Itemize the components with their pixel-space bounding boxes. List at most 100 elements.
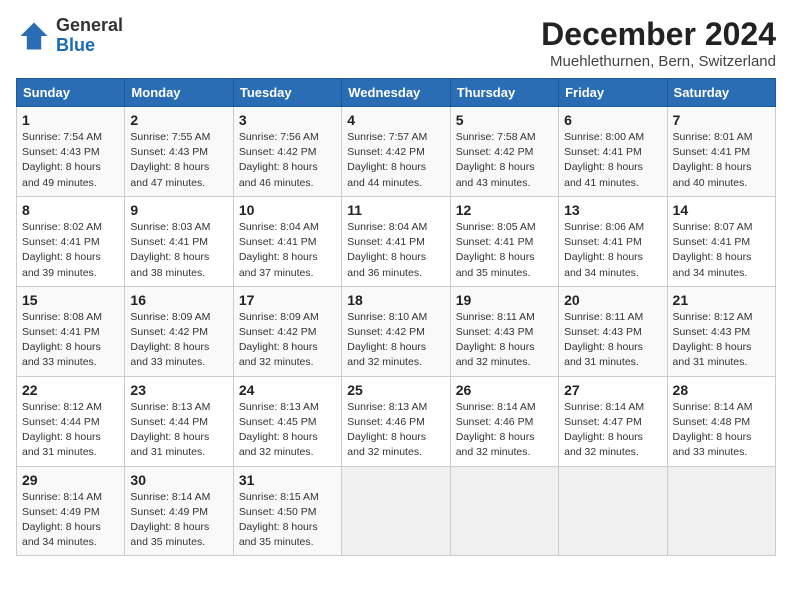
day-info: Sunrise: 8:09 AMSunset: 4:42 PMDaylight:… (130, 310, 227, 371)
calendar-header-friday: Friday (559, 79, 667, 107)
day-info: Sunrise: 8:10 AMSunset: 4:42 PMDaylight:… (347, 310, 444, 371)
day-number: 4 (347, 112, 444, 128)
calendar-header-wednesday: Wednesday (342, 79, 450, 107)
title-area: December 2024 Muehlethurnen, Bern, Switz… (541, 16, 776, 70)
calendar-cell: 12 Sunrise: 8:05 AMSunset: 4:41 PMDayligh… (450, 196, 558, 286)
logo: General Blue (16, 16, 123, 56)
day-info: Sunrise: 8:06 AMSunset: 4:41 PMDaylight:… (564, 220, 661, 281)
calendar-cell: 16 Sunrise: 8:09 AMSunset: 4:42 PMDayligh… (125, 286, 233, 376)
day-number: 23 (130, 382, 227, 398)
day-number: 25 (347, 382, 444, 398)
day-number: 5 (456, 112, 553, 128)
day-number: 27 (564, 382, 661, 398)
day-info: Sunrise: 8:02 AMSunset: 4:41 PMDaylight:… (22, 220, 119, 281)
calendar-cell: 11 Sunrise: 8:04 AMSunset: 4:41 PMDayligh… (342, 196, 450, 286)
day-number: 22 (22, 382, 119, 398)
calendar-cell (450, 466, 558, 556)
calendar-cell: 27 Sunrise: 8:14 AMSunset: 4:47 PMDayligh… (559, 376, 667, 466)
calendar-cell: 4 Sunrise: 7:57 AMSunset: 4:42 PMDaylight… (342, 107, 450, 197)
calendar-cell: 3 Sunrise: 7:56 AMSunset: 4:42 PMDaylight… (233, 107, 341, 197)
calendar-cell: 5 Sunrise: 7:58 AMSunset: 4:42 PMDaylight… (450, 107, 558, 197)
calendar-cell: 13 Sunrise: 8:06 AMSunset: 4:41 PMDayligh… (559, 196, 667, 286)
calendar-cell: 8 Sunrise: 8:02 AMSunset: 4:41 PMDaylight… (17, 196, 125, 286)
day-number: 30 (130, 472, 227, 488)
day-number: 29 (22, 472, 119, 488)
day-number: 3 (239, 112, 336, 128)
day-info: Sunrise: 8:04 AMSunset: 4:41 PMDaylight:… (239, 220, 336, 281)
logo-text: General Blue (56, 16, 123, 56)
calendar-table: SundayMondayTuesdayWednesdayThursdayFrid… (16, 78, 776, 556)
day-number: 1 (22, 112, 119, 128)
day-number: 18 (347, 292, 444, 308)
calendar-header-sunday: Sunday (17, 79, 125, 107)
calendar-header-thursday: Thursday (450, 79, 558, 107)
day-info: Sunrise: 7:58 AMSunset: 4:42 PMDaylight:… (456, 130, 553, 191)
day-info: Sunrise: 8:11 AMSunset: 4:43 PMDaylight:… (456, 310, 553, 371)
day-info: Sunrise: 8:08 AMSunset: 4:41 PMDaylight:… (22, 310, 119, 371)
calendar-cell: 31 Sunrise: 8:15 AMSunset: 4:50 PMDayligh… (233, 466, 341, 556)
day-number: 9 (130, 202, 227, 218)
day-info: Sunrise: 8:00 AMSunset: 4:41 PMDaylight:… (564, 130, 661, 191)
calendar-week-row: 15 Sunrise: 8:08 AMSunset: 4:41 PMDayligh… (17, 286, 776, 376)
calendar-header-saturday: Saturday (667, 79, 775, 107)
day-info: Sunrise: 8:07 AMSunset: 4:41 PMDaylight:… (673, 220, 770, 281)
calendar-header-tuesday: Tuesday (233, 79, 341, 107)
day-info: Sunrise: 8:05 AMSunset: 4:41 PMDaylight:… (456, 220, 553, 281)
calendar-cell: 22 Sunrise: 8:12 AMSunset: 4:44 PMDayligh… (17, 376, 125, 466)
day-number: 15 (22, 292, 119, 308)
day-number: 16 (130, 292, 227, 308)
day-info: Sunrise: 7:56 AMSunset: 4:42 PMDaylight:… (239, 130, 336, 191)
day-number: 28 (673, 382, 770, 398)
day-number: 20 (564, 292, 661, 308)
day-info: Sunrise: 8:04 AMSunset: 4:41 PMDaylight:… (347, 220, 444, 281)
day-info: Sunrise: 8:12 AMSunset: 4:43 PMDaylight:… (673, 310, 770, 371)
calendar-cell: 6 Sunrise: 8:00 AMSunset: 4:41 PMDaylight… (559, 107, 667, 197)
calendar-week-row: 22 Sunrise: 8:12 AMSunset: 4:44 PMDayligh… (17, 376, 776, 466)
day-info: Sunrise: 8:13 AMSunset: 4:46 PMDaylight:… (347, 400, 444, 461)
calendar-cell: 28Sunrise: 8:14 AMSunset: 4:48 PMDayligh… (667, 376, 775, 466)
calendar-cell: 7Sunrise: 8:01 AMSunset: 4:41 PMDaylight… (667, 107, 775, 197)
calendar-cell: 9Sunrise: 8:03 AMSunset: 4:41 PMDaylight… (125, 196, 233, 286)
day-number: 26 (456, 382, 553, 398)
day-number: 24 (239, 382, 336, 398)
calendar-body: 1 Sunrise: 7:54 AMSunset: 4:43 PMDaylight… (17, 107, 776, 556)
day-number: 6 (564, 112, 661, 128)
day-number: 2 (130, 112, 227, 128)
calendar-cell (559, 466, 667, 556)
day-info: Sunrise: 7:57 AMSunset: 4:42 PMDaylight:… (347, 130, 444, 191)
calendar-cell: 14Sunrise: 8:07 AMSunset: 4:41 PMDayligh… (667, 196, 775, 286)
day-number: 8 (22, 202, 119, 218)
day-number: 12 (456, 202, 553, 218)
calendar-header-row: SundayMondayTuesdayWednesdayThursdayFrid… (17, 79, 776, 107)
day-info: Sunrise: 8:11 AMSunset: 4:43 PMDaylight:… (564, 310, 661, 371)
calendar-cell: 20 Sunrise: 8:11 AMSunset: 4:43 PMDayligh… (559, 286, 667, 376)
day-info: Sunrise: 8:14 AMSunset: 4:49 PMDaylight:… (130, 490, 227, 551)
day-info: Sunrise: 8:13 AMSunset: 4:45 PMDaylight:… (239, 400, 336, 461)
calendar-cell: 24 Sunrise: 8:13 AMSunset: 4:45 PMDayligh… (233, 376, 341, 466)
day-info: Sunrise: 7:54 AMSunset: 4:43 PMDaylight:… (22, 130, 119, 191)
calendar-cell: 23 Sunrise: 8:13 AMSunset: 4:44 PMDayligh… (125, 376, 233, 466)
day-number: 21 (673, 292, 770, 308)
calendar-cell: 26 Sunrise: 8:14 AMSunset: 4:46 PMDayligh… (450, 376, 558, 466)
day-info: Sunrise: 7:55 AMSunset: 4:43 PMDaylight:… (130, 130, 227, 191)
day-info: Sunrise: 8:09 AMSunset: 4:42 PMDaylight:… (239, 310, 336, 371)
day-info: Sunrise: 8:01 AMSunset: 4:41 PMDaylight:… (673, 130, 770, 191)
calendar-cell: 29Sunrise: 8:14 AMSunset: 4:49 PMDayligh… (17, 466, 125, 556)
logo-icon (16, 18, 52, 54)
day-info: Sunrise: 8:13 AMSunset: 4:44 PMDaylight:… (130, 400, 227, 461)
main-title: December 2024 (541, 16, 776, 53)
calendar-week-row: 8 Sunrise: 8:02 AMSunset: 4:41 PMDaylight… (17, 196, 776, 286)
day-number: 11 (347, 202, 444, 218)
day-number: 31 (239, 472, 336, 488)
calendar-cell: 18 Sunrise: 8:10 AMSunset: 4:42 PMDayligh… (342, 286, 450, 376)
day-number: 13 (564, 202, 661, 218)
calendar-header-monday: Monday (125, 79, 233, 107)
day-info: Sunrise: 8:14 AMSunset: 4:47 PMDaylight:… (564, 400, 661, 461)
calendar-cell: 15 Sunrise: 8:08 AMSunset: 4:41 PMDayligh… (17, 286, 125, 376)
calendar-week-row: 29 Sunrise: 8:14 AMSunset: 4:49 PMDayligh… (17, 466, 776, 556)
day-info: Sunrise: 8:15 AMSunset: 4:50 PMDaylight:… (239, 490, 336, 551)
calendar-cell (667, 466, 775, 556)
day-info: Sunrise: 8:12 AMSunset: 4:44 PMDaylight:… (22, 400, 119, 461)
day-info: Sunrise: 8:14 AMSunset: 4:46 PMDaylight:… (456, 400, 553, 461)
calendar-cell: 1 Sunrise: 7:54 AMSunset: 4:43 PMDaylight… (17, 107, 125, 197)
